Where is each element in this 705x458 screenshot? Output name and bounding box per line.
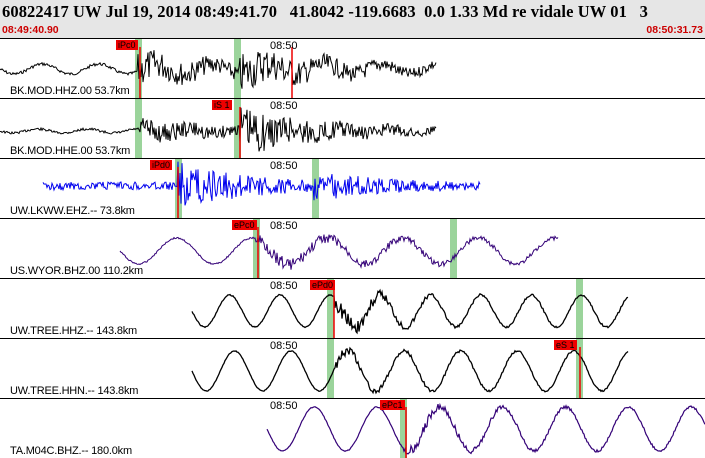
pick-marker[interactable]: ePc0 <box>232 220 257 230</box>
time-window-band <box>327 339 334 398</box>
pick-marker[interactable]: iPc0 <box>116 40 138 50</box>
time-window-band <box>450 219 457 278</box>
minute-label: 08:50 <box>270 220 298 232</box>
seismogram-panel[interactable]: 08:50 iS 1 BK.MOD.HHE.00 53.7km <box>0 98 705 158</box>
seismogram-list: 08:50 iPc0 BK.MOD.HHZ.00 53.7km 08:50 iS… <box>0 38 705 458</box>
seismogram-panel[interactable]: 08:50 iPd0 UW.LKWW.EHZ.-- 73.8km <box>0 158 705 218</box>
minute-label: 08:50 <box>270 40 298 52</box>
seismogram-panel[interactable]: 08:50 ePc0 US.WYOR.BHZ.00 110.2km <box>0 218 705 278</box>
station-label: UW.LKWW.EHZ.-- 73.8km <box>10 205 135 217</box>
time-window-band <box>576 279 583 338</box>
seismogram-panel[interactable]: 08:50 ePd0 UW.TREE.HHZ.-- 143.8km <box>0 278 705 338</box>
waveform-trace <box>266 402 705 455</box>
waveform-trace <box>0 50 437 89</box>
seismogram-panel[interactable]: 08:50 eS 1 UW.TREE.HHN.-- 143.8km <box>0 338 705 398</box>
header-bar: 60822417 UW Jul 19, 2014 08:49:41.70 41.… <box>0 0 705 38</box>
waveform-trace <box>42 161 481 206</box>
station-label: US.WYOR.BHZ.00 110.2km <box>10 265 143 277</box>
pick-marker[interactable]: ePc1 <box>380 400 405 410</box>
station-label: UW.TREE.HHN.-- 143.8km <box>10 385 139 397</box>
waveform-trace <box>119 234 559 270</box>
pick-marker[interactable]: eS 1 <box>554 340 577 350</box>
pick-marker[interactable]: iS 1 <box>212 100 232 110</box>
pick-marker[interactable]: iPd0 <box>150 160 173 170</box>
event-title: 60822417 UW Jul 19, 2014 08:49:41.70 41.… <box>2 2 648 21</box>
seismogram-panel[interactable]: 08:50 iPc0 BK.MOD.HHZ.00 53.7km <box>0 38 705 98</box>
minute-label: 08:50 <box>270 400 298 412</box>
minute-label: 08:50 <box>270 100 298 112</box>
waveform-trace <box>191 288 629 335</box>
minute-label: 08:50 <box>270 340 298 352</box>
station-label: UW.TREE.HHZ.-- 143.8km <box>10 325 138 337</box>
station-label: BK.MOD.HHZ.00 53.7km <box>10 85 130 97</box>
waveform-trace <box>191 346 629 395</box>
pick-marker[interactable]: ePd0 <box>310 280 336 290</box>
station-label: BK.MOD.HHE.00 53.7km <box>10 145 131 157</box>
seismogram-panel[interactable]: 08:50 ePc1 TA.M04C.BHZ.-- 180.0km <box>0 398 705 458</box>
end-time: 08:50:31.73 <box>646 24 703 36</box>
minute-label: 08:50 <box>270 280 298 292</box>
start-time: 08:49:40.90 <box>2 24 59 36</box>
station-label: TA.M04C.BHZ.-- 180.0km <box>10 445 132 457</box>
minute-label: 08:50 <box>270 160 298 172</box>
